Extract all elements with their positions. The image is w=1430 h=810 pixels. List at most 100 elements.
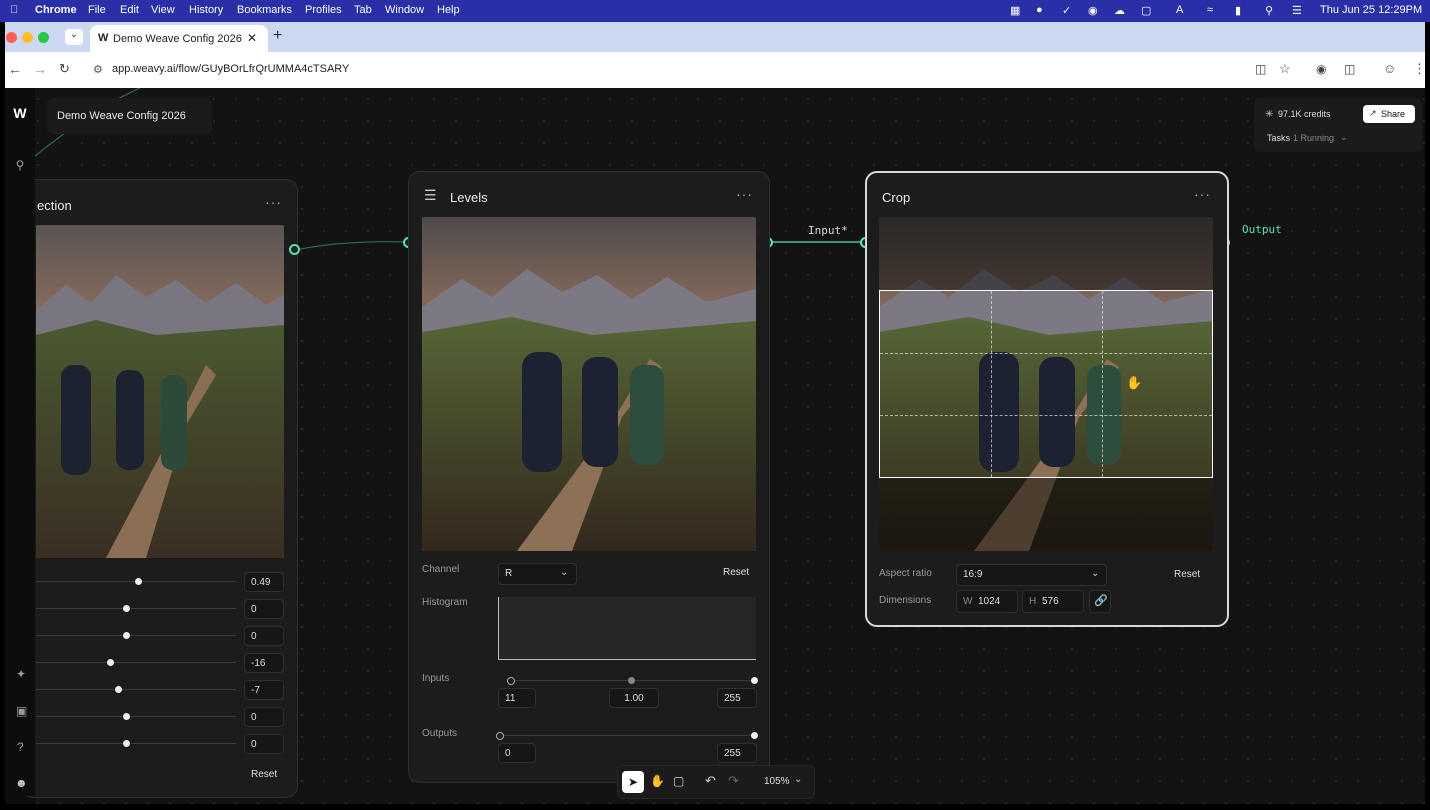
value-field-4[interactable]: -16 (244, 653, 284, 673)
value-field-6[interactable]: 0 (244, 707, 284, 727)
tab-search-chevron-icon[interactable]: ⌄ (65, 29, 83, 45)
node-adjust[interactable]: ection ··· 0.49 0 0 -16 -7 0 0 Reset (20, 179, 298, 798)
outputs-white-field[interactable]: 255 (717, 743, 757, 763)
slider-track-6[interactable] (36, 716, 236, 717)
levels-reset-button[interactable]: Reset (723, 567, 749, 578)
select-tool-icon[interactable]: ➤ (622, 771, 644, 793)
node-crop-more-icon[interactable]: ··· (1194, 186, 1211, 202)
tasks-status[interactable]: 1 Running (1293, 133, 1334, 143)
menu-window[interactable]: Window (385, 4, 424, 16)
menu-file[interactable]: File (88, 4, 106, 16)
reload-icon[interactable]: ↻ (59, 61, 70, 77)
value-field-3[interactable]: 0 (244, 626, 284, 646)
slider-track-4[interactable] (36, 662, 236, 663)
tasks-label[interactable]: Tasks (1267, 133, 1290, 143)
browser-tab-active[interactable]: W Demo Weave Config 2026 ✕ (90, 25, 268, 52)
slider-track-5[interactable] (36, 689, 236, 690)
aspect-ratio-select[interactable]: 16:9 ⌄ (956, 564, 1107, 586)
inputs-white-field[interactable]: 255 (717, 688, 757, 708)
control-center-icon[interactable]: ☰ (1292, 4, 1302, 17)
extension-icon[interactable]: ◉ (1316, 62, 1326, 76)
forward-icon[interactable]: → (33, 61, 47, 77)
crop-reset-button[interactable]: Reset (1174, 569, 1200, 580)
value-field-7[interactable]: 0 (244, 734, 284, 754)
profile-avatar-icon[interactable]: ☺ (1383, 61, 1396, 76)
slider-knob-6[interactable] (123, 713, 130, 720)
menu-history[interactable]: History (189, 4, 223, 16)
help-icon[interactable]: ? (17, 740, 31, 754)
outputs-white-knob[interactable] (751, 732, 758, 739)
crop-frame[interactable]: ✋ (879, 290, 1213, 478)
width-field[interactable]: W 1024 (956, 590, 1018, 613)
extensions-puzzle-icon[interactable]: ◫ (1344, 62, 1355, 76)
slider-track-3[interactable] (36, 635, 236, 636)
spotlight-search-icon[interactable]: ⚲ (1265, 4, 1273, 17)
inputs-black-field[interactable]: 11 (498, 688, 536, 708)
window-minimize-button[interactable] (22, 32, 33, 43)
window-maximize-button[interactable] (38, 32, 49, 43)
slider-knob-5[interactable] (115, 686, 122, 693)
menu-bookmarks[interactable]: Bookmarks (237, 4, 292, 16)
height-field[interactable]: H 576 (1022, 590, 1084, 613)
node-levels[interactable]: ☰ Levels ··· Channel R ⌄ Reset Histogram… (408, 171, 770, 783)
slider-knob-4[interactable] (107, 659, 114, 666)
chrome-menu-icon[interactable]: ⋮ (1413, 61, 1426, 77)
undo-icon[interactable]: ↶ (705, 773, 716, 789)
inputs-black-knob[interactable] (507, 677, 515, 685)
menu-help[interactable]: Help (437, 4, 460, 16)
site-settings-icon[interactable]: ⚙ (93, 63, 103, 76)
discord-icon[interactable]: ☻ (15, 776, 29, 790)
status-record-icon[interactable]: ● (1036, 4, 1043, 16)
tab-close-icon[interactable]: ✕ (247, 31, 257, 45)
status-app-icon[interactable]: ◉ (1088, 4, 1098, 17)
bookmark-star-icon[interactable]: ☆ (1279, 61, 1291, 77)
node-levels-more-icon[interactable]: ··· (736, 186, 753, 202)
weavy-logo-icon[interactable]: W (13, 106, 27, 120)
workspace-name-box[interactable]: Demo Weave Config 2026 (47, 98, 212, 134)
redo-icon[interactable]: ↷ (728, 773, 739, 789)
new-tab-icon[interactable]: + (273, 27, 282, 45)
search-icon[interactable]: ⚲ (13, 158, 27, 172)
lock-ratio-button[interactable]: 🔗 (1089, 590, 1111, 613)
status-grid-icon[interactable]: ▦ (1010, 4, 1020, 17)
inputs-gamma-knob[interactable] (628, 677, 635, 684)
status-cloud-icon[interactable]: ☁ (1114, 4, 1125, 17)
menu-profiles[interactable]: Profiles (305, 4, 342, 16)
install-app-icon[interactable]: ◫ (1255, 62, 1266, 76)
value-field-2[interactable]: 0 (244, 599, 284, 619)
outputs-black-knob[interactable] (496, 732, 504, 740)
inputs-white-knob[interactable] (751, 677, 758, 684)
status-check-icon[interactable]: ✓ (1062, 4, 1071, 17)
inputs-gamma-field[interactable]: 1.00 (609, 688, 659, 708)
node-adjust-output-port[interactable] (289, 244, 300, 255)
slider-track-7[interactable] (36, 743, 236, 744)
sticky-note-icon[interactable]: ▢ (673, 774, 684, 788)
pan-hand-icon[interactable]: ✋ (650, 774, 665, 788)
battery-icon[interactable]: ▮ (1235, 4, 1241, 17)
status-keyboard-icon[interactable]: A (1176, 4, 1183, 16)
menu-tab[interactable]: Tab (354, 4, 372, 16)
slider-knob-1[interactable] (135, 578, 142, 585)
slider-knob-3[interactable] (123, 632, 130, 639)
slider-knob-2[interactable] (123, 605, 130, 612)
ai-sparkle-icon[interactable]: ✦ (16, 667, 30, 681)
channel-select[interactable]: R ⌄ (498, 563, 577, 585)
node-adjust-reset-button[interactable]: Reset (251, 769, 277, 780)
menu-app-name[interactable]: Chrome (35, 4, 77, 16)
value-field-1[interactable]: 0.49 (244, 572, 284, 592)
gallery-icon[interactable]: ▣ (16, 704, 30, 718)
zoom-level[interactable]: 105% (764, 776, 790, 787)
outputs-black-field[interactable]: 0 (498, 743, 536, 763)
zoom-chevron-icon[interactable]: ⌄ (794, 774, 802, 785)
slider-knob-7[interactable] (123, 740, 130, 747)
menu-view[interactable]: View (151, 4, 175, 16)
address-bar[interactable]: app.weavy.ai/flow/GUyBOrLfrQrUMMA4cTSARY (112, 63, 349, 75)
outputs-slider-track[interactable] (500, 735, 755, 736)
menu-edit[interactable]: Edit (120, 4, 139, 16)
tasks-chevron-icon[interactable]: ⌄ (1340, 132, 1348, 143)
node-adjust-more-icon[interactable]: ··· (265, 194, 282, 210)
wifi-icon[interactable]: ≈ (1207, 4, 1213, 16)
slider-track-2[interactable] (36, 608, 236, 609)
apple-icon[interactable]:  (10, 4, 18, 16)
status-screen-icon[interactable]: ▢ (1141, 4, 1151, 17)
